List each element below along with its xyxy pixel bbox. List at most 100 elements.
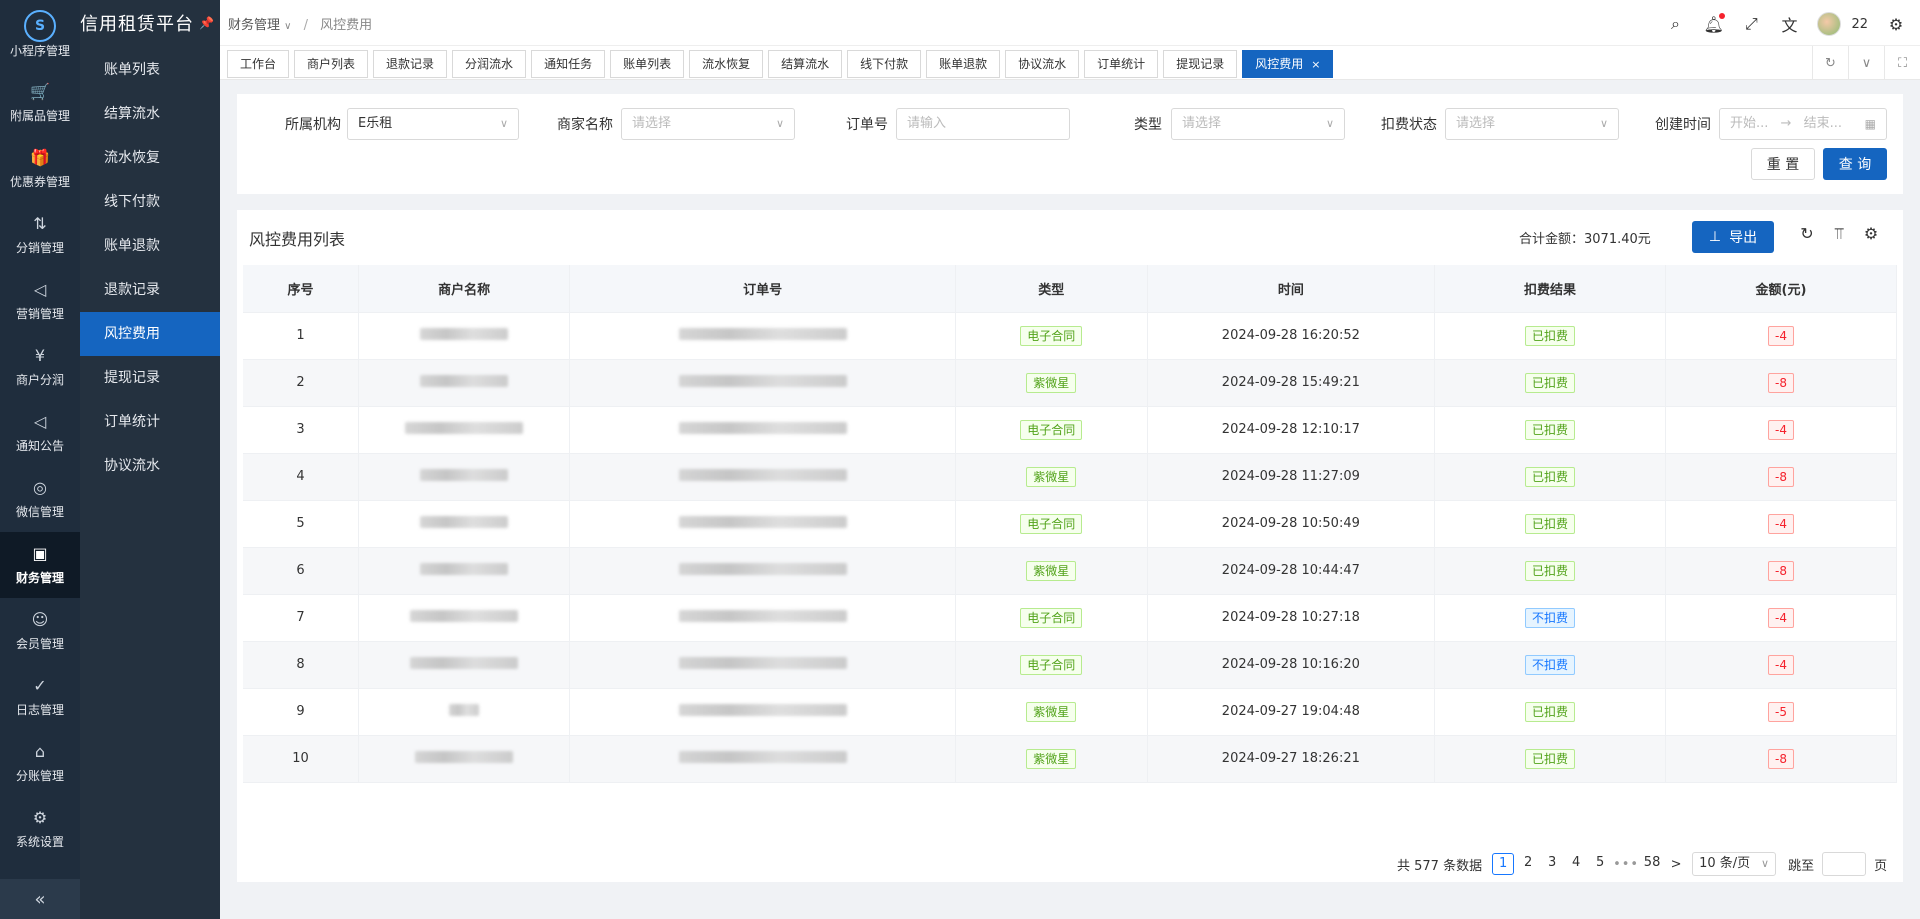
tab[interactable]: 提现记录 [1163, 50, 1238, 78]
tab[interactable]: 流水恢复 [689, 50, 764, 78]
gear-icon[interactable]: ⚙ [1861, 224, 1881, 246]
rail-item-label: 会员管理 [15, 636, 64, 651]
rail-item[interactable]: ☺ 会员管理 [0, 598, 80, 664]
tab[interactable]: 订单统计 [1084, 50, 1159, 78]
merchant-name-cell [358, 688, 571, 736]
breadcrumb-current: 风控费用 [320, 18, 373, 33]
redacted-order-number [678, 374, 847, 387]
type-cell: 电子合同 [955, 641, 1148, 689]
member-icon: ☺ [31, 609, 49, 629]
rail-item[interactable]: ¥ 商户分润 [0, 334, 80, 400]
date-range-picker[interactable]: 开始... → 结束... ▦ [1719, 108, 1887, 140]
sub-menu-item[interactable]: 账单退款 [80, 224, 220, 268]
rail-item[interactable]: 🛒 附属品管理 [0, 70, 80, 136]
tab[interactable]: 账单列表 [610, 50, 685, 78]
org-select[interactable]: E乐租 ∨ [347, 108, 519, 140]
merchant-select[interactable]: 请选择 ∨ [621, 108, 795, 140]
search-icon[interactable]: ⌕ [1665, 14, 1685, 34]
row-index: 10 [243, 735, 359, 783]
row-index: 9 [243, 688, 359, 736]
order-number-cell [569, 594, 956, 642]
next-page-button[interactable]: > [1664, 857, 1688, 872]
chevron-down-icon: ∨ [284, 21, 292, 32]
page-number[interactable]: 5 [1588, 853, 1612, 875]
sub-menu-item[interactable]: 风控费用 [80, 312, 220, 356]
row-index: 5 [243, 500, 359, 548]
pagination-ellipsis[interactable]: ••• [1612, 857, 1640, 872]
sub-menu-item[interactable]: 协议流水 [80, 444, 220, 488]
tab[interactable]: 风控费用 × [1242, 50, 1334, 78]
tab[interactable]: 线下付款 [847, 50, 922, 78]
export-button[interactable]: ⊥ 导出 [1692, 221, 1774, 253]
rail-item[interactable]: ◁ 营销管理 [0, 268, 80, 334]
sub-menu-item[interactable]: 结算流水 [80, 92, 220, 136]
jump-page-input[interactable] [1822, 852, 1867, 876]
pin-icon[interactable]: 📌 [199, 16, 214, 30]
reset-button[interactable]: 重 置 [1751, 148, 1815, 180]
header-tools: ⌕ 🔔︎ ⤢ 文 22 ⚙ [1665, 12, 1906, 36]
rail-item[interactable]: ✓ 日志管理 [0, 664, 80, 730]
rail-item[interactable]: ◎ 微信管理 [0, 466, 80, 532]
rail-item[interactable]: 小程序管理 [0, 42, 80, 70]
user-name[interactable]: 22 [1851, 17, 1868, 32]
status-badge: 已扣费 [1525, 701, 1576, 722]
maximize-icon[interactable]: ⛶ [1884, 46, 1920, 80]
avatar[interactable] [1817, 12, 1842, 36]
tab[interactable]: 退款记录 [373, 50, 448, 78]
sub-menu-item[interactable]: 线下付款 [80, 180, 220, 224]
tab[interactable]: 通知任务 [531, 50, 606, 78]
status-badge: 已扣费 [1525, 513, 1576, 534]
amount-cell: -4 [1665, 312, 1897, 360]
rail-item[interactable]: 🎁 优惠券管理 [0, 136, 80, 202]
tab[interactable]: 协议流水 [1005, 50, 1080, 78]
status-label: 扣费状态 [1381, 117, 1437, 133]
tab-label: 工作台 [240, 57, 277, 71]
page-last[interactable]: 58 [1640, 853, 1664, 875]
sub-menu-item[interactable]: 提现记录 [80, 356, 220, 400]
sub-menu-item[interactable]: 流水恢复 [80, 136, 220, 180]
rail-item[interactable]: ⚙ 系统设置 [0, 796, 80, 862]
order-input[interactable]: 请输入 [896, 108, 1070, 140]
sub-menu-item[interactable]: 账单列表 [80, 48, 220, 92]
table-row: 5 电子合同 2024-09-28 10:50:49 已扣费 -4 [243, 500, 1897, 548]
tab[interactable]: 工作台 [227, 50, 290, 78]
rail-item[interactable]: ⌂ 分账管理 [0, 730, 80, 796]
status-badge: 已扣费 [1525, 748, 1576, 769]
sub-menu-item[interactable]: 订单统计 [80, 400, 220, 444]
fullscreen-icon[interactable]: ⤢ [1741, 14, 1761, 34]
type-select[interactable]: 请选择 ∨ [1171, 108, 1345, 140]
table-row: 9 紫微星 2024-09-27 19:04:48 已扣费 -5 [243, 688, 1897, 736]
page-number[interactable]: 1 [1492, 853, 1515, 875]
time-label: 创建时间 [1655, 117, 1711, 133]
page-number[interactable]: 4 [1564, 853, 1588, 875]
refresh-icon[interactable]: ↻ [1797, 224, 1817, 246]
tab[interactable]: 分润流水 [452, 50, 527, 78]
close-icon[interactable]: × [1311, 58, 1320, 71]
rail-item[interactable]: ◁ 通知公告 [0, 400, 80, 466]
query-button[interactable]: 查 询 [1823, 148, 1887, 180]
refresh-icon[interactable]: ↻ [1812, 46, 1848, 80]
sub-menu-item[interactable]: 退款记录 [80, 268, 220, 312]
tab[interactable]: 账单退款 [926, 50, 1001, 78]
type-cell: 电子合同 [955, 406, 1148, 454]
column-height-icon[interactable]: ⫪ [1829, 224, 1849, 246]
table-row: 3 电子合同 2024-09-28 12:10:17 已扣费 -4 [243, 406, 1897, 454]
breadcrumb-parent[interactable]: 财务管理 [228, 18, 280, 33]
rail-item[interactable]: ▣ 财务管理 [0, 532, 80, 598]
bell-icon[interactable]: 🔔︎ [1703, 12, 1726, 34]
type-placeholder: 请选择 [1182, 116, 1222, 131]
chevron-down-icon: ∨ [499, 117, 508, 130]
gear-icon[interactable]: ⚙ [1886, 15, 1906, 34]
tab[interactable]: 结算流水 [768, 50, 843, 78]
page-number[interactable]: 3 [1540, 853, 1564, 875]
collapse-sidebar-button[interactable]: « [0, 879, 80, 919]
status-select[interactable]: 请选择 ∨ [1445, 108, 1619, 140]
app-logo-icon: S [24, 10, 56, 42]
rail-menu: 小程序管理 🛒 附属品管理 🎁 优惠券管理 ⇅ 分销管理 ◁ 营销管理 ¥ 商户分润 ◁ 通知公告 ◎ 微信… [0, 42, 80, 862]
page-size-select[interactable]: 10 条/页 ∨ [1692, 852, 1777, 876]
translate-icon[interactable]: 文 [1779, 12, 1799, 36]
rail-item[interactable]: ⇅ 分销管理 [0, 202, 80, 268]
tab[interactable]: 商户列表 [294, 50, 369, 78]
chevron-down-icon[interactable]: ∨ [1848, 46, 1884, 80]
page-number[interactable]: 2 [1516, 853, 1540, 875]
